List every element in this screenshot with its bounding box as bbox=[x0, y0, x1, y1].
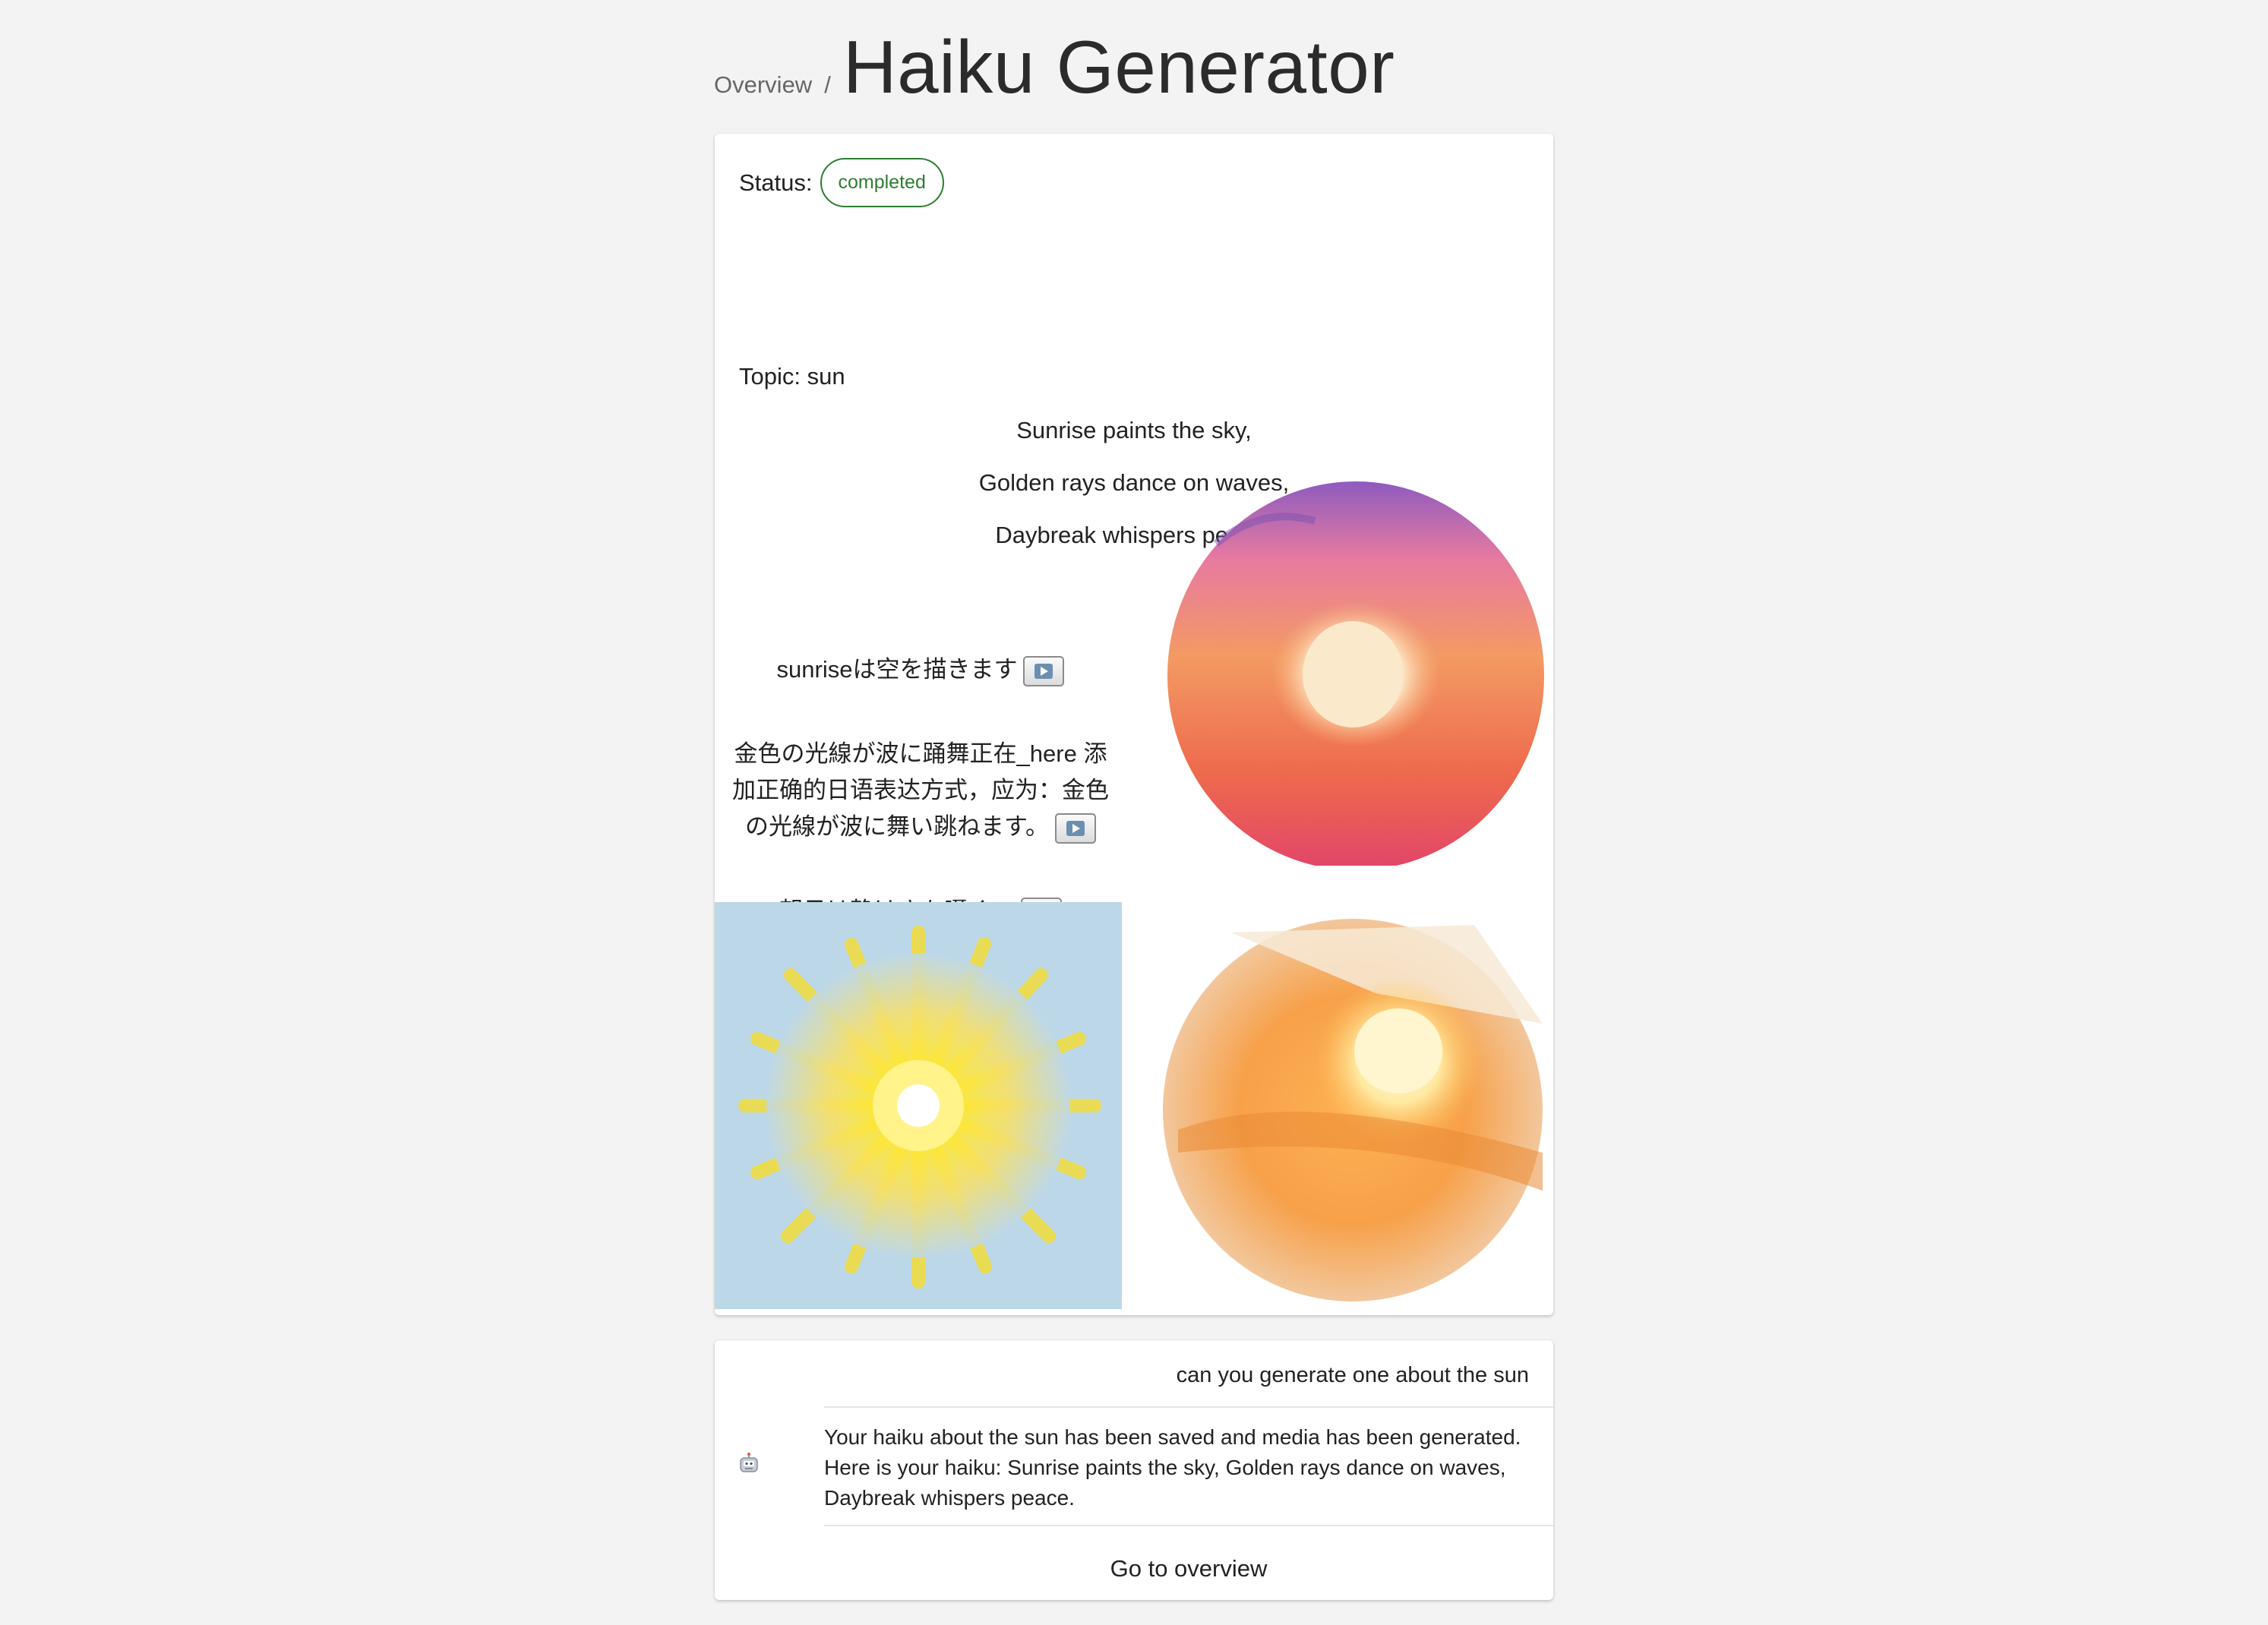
translation-item: 金色の光線が波に踊舞正在_here 添加正确的日语表达方式，应为：金色の光線が波… bbox=[715, 736, 1126, 845]
play-audio-button[interactable] bbox=[1023, 655, 1065, 686]
translation-item: sunriseは空を描きます bbox=[715, 652, 1126, 688]
page-title: Haiku Generator bbox=[842, 25, 1395, 109]
play-triangle bbox=[1072, 823, 1080, 833]
breadcrumb-overview-link[interactable]: Overview bbox=[714, 71, 812, 99]
yellow-sun-burst-image bbox=[715, 902, 1122, 1309]
user-message: can you generate one about the sun bbox=[1176, 1363, 1529, 1387]
page-header: Overview / Haiku Generator bbox=[714, 24, 1395, 110]
status-badge: completed bbox=[820, 158, 944, 207]
sunrise-sphere-image bbox=[1163, 475, 1553, 866]
divider bbox=[824, 1406, 1553, 1408]
play-audio-button[interactable] bbox=[1054, 812, 1096, 844]
play-triangle bbox=[1041, 666, 1049, 676]
orange-sun-globe-image bbox=[1148, 902, 1553, 1308]
go-to-overview-button[interactable]: Go to overview bbox=[824, 1539, 1553, 1598]
divider bbox=[824, 1525, 1553, 1526]
status-label: Status: bbox=[739, 169, 813, 196]
bot-message: Your haiku about the sun has been saved … bbox=[824, 1425, 1521, 1510]
haiku-card: Status: completed Topic: sun Sunrise pai… bbox=[715, 134, 1553, 1315]
translation-text: 金色の光線が波に踊舞正在_here 添加正确的日语表达方式，应为：金色の光線が波… bbox=[732, 740, 1109, 840]
translation-list: sunriseは空を描きます 金色の光線が波に踊舞正在_here 添加正确的日语… bbox=[715, 529, 1126, 929]
haiku-line: Sunrise paints the sky, bbox=[1016, 417, 1252, 443]
topic-label: Topic: sun bbox=[739, 363, 845, 390]
translation-text: sunriseは空を描きます bbox=[776, 656, 1018, 683]
chat-card: can you generate one about the sun Your … bbox=[715, 1340, 1553, 1600]
robot-icon bbox=[738, 1452, 760, 1478]
breadcrumb-separator: / bbox=[824, 71, 831, 98]
status-row: Status: completed bbox=[739, 158, 944, 207]
